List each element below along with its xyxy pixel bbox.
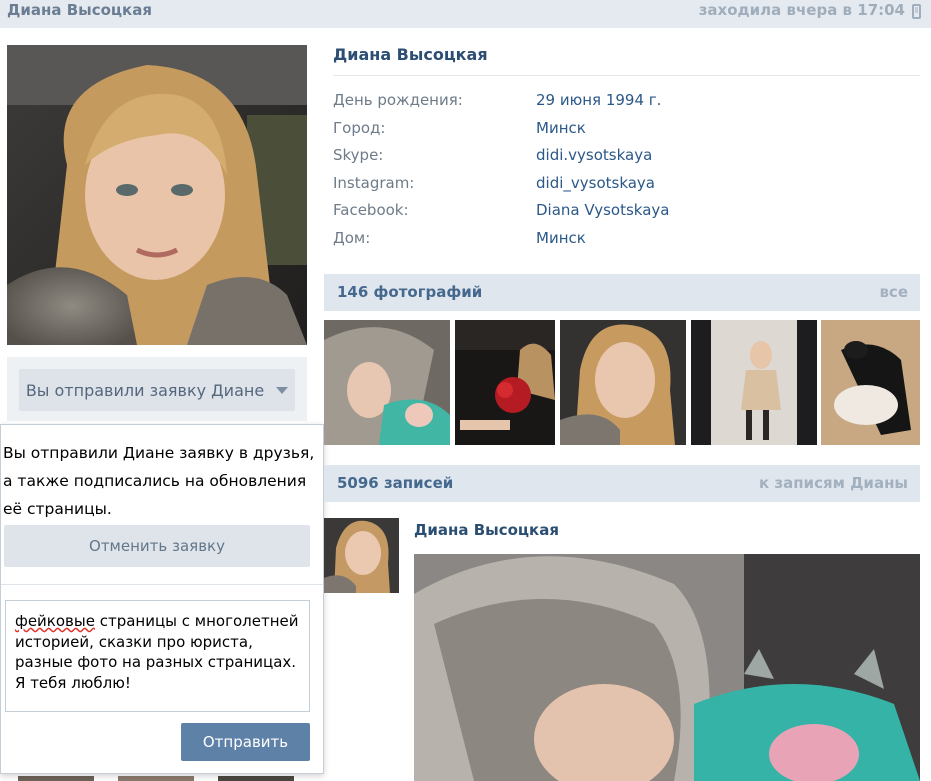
- photo-thumbnail[interactable]: [560, 320, 686, 445]
- photo-thumbnail[interactable]: [821, 320, 920, 445]
- info-value-link[interactable]: Минск: [536, 119, 586, 137]
- misspelled-word: фейковые: [15, 612, 95, 630]
- request-sent-label: Вы отправили заявку Диане: [25, 380, 265, 400]
- photo-thumbnail[interactable]: [324, 320, 450, 445]
- friend-request-panel: Вы отправили заявку Диане: [7, 357, 307, 421]
- friends-thumbnails-strip: [18, 776, 308, 781]
- photo-thumbnail[interactable]: [691, 320, 817, 445]
- profile-photo[interactable]: [7, 45, 307, 345]
- info-label: Instagram:: [333, 173, 415, 192]
- photos-header[interactable]: 146 фотографий все: [324, 274, 920, 311]
- request-popup: Вы отправили Диане заявку в друзья, а та…: [0, 424, 324, 774]
- posts-header[interactable]: 5096 записей к записям Дианы: [324, 465, 920, 502]
- info-value-link[interactable]: Минск: [536, 229, 586, 247]
- profile-name: Диана Высоцкая: [333, 45, 488, 64]
- request-sent-button[interactable]: Вы отправили заявку Диане: [19, 369, 295, 411]
- popup-divider: [1, 584, 323, 585]
- info-row-birthday: День рождения: 29 июня 1994 г.: [333, 91, 920, 119]
- post-author-name[interactable]: Диана Высоцкая: [414, 521, 559, 539]
- info-row-instagram: Instagram: didi_vysotskaya: [333, 174, 920, 202]
- post-author-avatar[interactable]: [324, 518, 399, 593]
- name-divider: [333, 75, 920, 76]
- chevron-down-icon: [276, 386, 289, 394]
- info-value-link[interactable]: didi_vysotskaya: [536, 174, 655, 192]
- top-bar-name: Диана Высоцкая: [7, 1, 152, 19]
- info-label: Город:: [333, 118, 386, 137]
- photo-strip: [324, 320, 920, 445]
- photo-thumbnail[interactable]: [455, 320, 555, 445]
- profile-info: День рождения: 29 июня 1994 г. Город: Ми…: [333, 91, 920, 256]
- cancel-request-button[interactable]: Отменить заявку: [4, 525, 310, 567]
- info-label: Дом:: [333, 228, 371, 247]
- info-value-link[interactable]: Diana Vysotskaya: [536, 201, 669, 219]
- photos-all-link[interactable]: все: [879, 283, 908, 301]
- info-label: День рождения:: [333, 91, 463, 109]
- info-row-skype: Skype: didi.vysotskaya: [333, 146, 920, 174]
- send-button[interactable]: Отправить: [181, 723, 310, 761]
- posts-title[interactable]: 5096 записей: [337, 474, 453, 492]
- request-popup-message: Вы отправили Диане заявку в друзья, а та…: [3, 444, 315, 518]
- message-textarea[interactable]: фейковые страницы с многолетней историей…: [5, 600, 310, 712]
- last-seen-status: заходила вчера в 17:04: [698, 1, 905, 19]
- info-label: Facebook:: [333, 201, 409, 219]
- info-value-link[interactable]: 29 июня 1994 г.: [536, 91, 661, 109]
- top-bar: Диана Высоцкая заходила вчера в 17:04: [0, 0, 931, 28]
- info-row-facebook: Facebook: Diana Vysotskaya: [333, 201, 920, 229]
- photos-title[interactable]: 146 фотографий: [337, 283, 482, 301]
- info-value-link[interactable]: didi.vysotskaya: [536, 146, 652, 164]
- info-row-city: Город: Минск: [333, 119, 920, 147]
- info-row-home: Дом: Минск: [333, 229, 920, 257]
- posts-link[interactable]: к записям Дианы: [759, 474, 908, 492]
- info-label: Skype:: [333, 146, 384, 164]
- post-photo[interactable]: [414, 554, 920, 781]
- phone-icon: [912, 4, 921, 19]
